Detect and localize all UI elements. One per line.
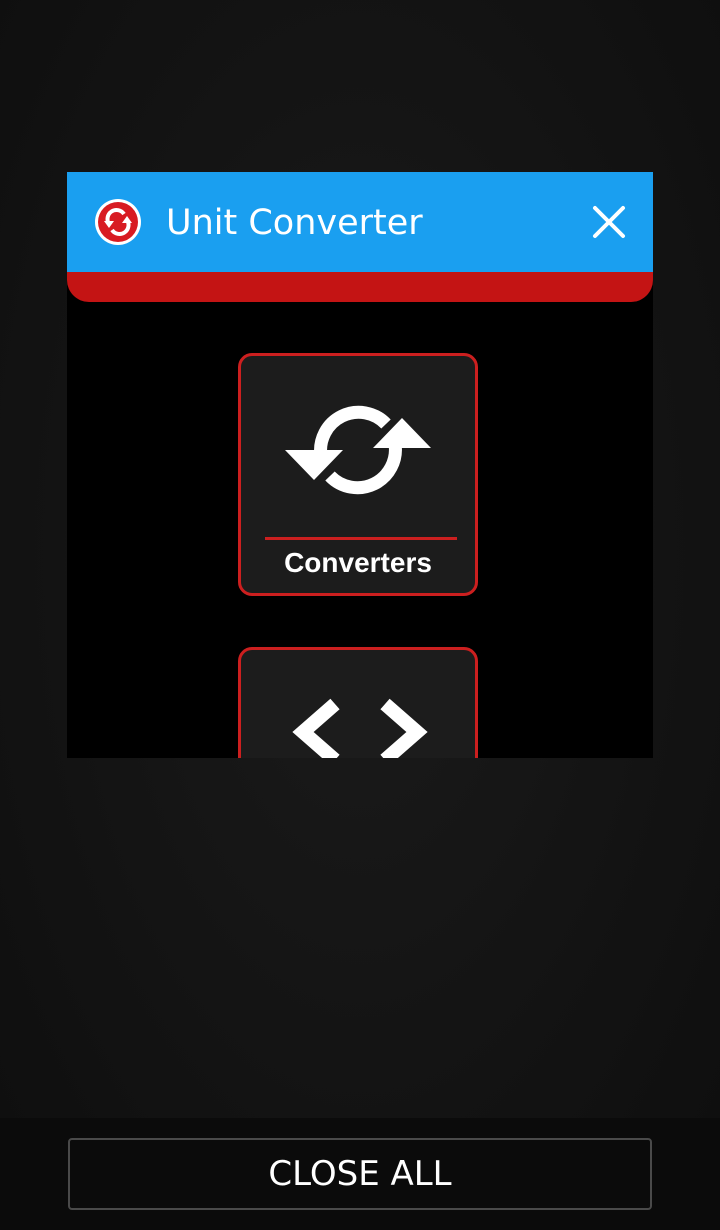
recent-app-card[interactable]: Unit Converter Converters [67,172,653,758]
converters-label: Converters [284,547,432,578]
code-brackets-icon [285,690,435,758]
bottom-bar: CLOSE ALL [0,1118,720,1230]
tile-divider [265,537,457,540]
app-icon [95,199,141,245]
sync-arrows-icon [283,390,433,514]
close-all-button[interactable]: CLOSE ALL [68,1138,652,1210]
app-title: Unit Converter [166,203,423,243]
recent-apps-screen: Unit Converter Converters CLOSE ALL [0,0,720,1230]
second-tile[interactable] [238,647,478,758]
converters-tile[interactable]: Converters [238,353,478,596]
sync-arrows-icon [98,202,138,242]
close-icon[interactable] [589,202,629,242]
card-header: Unit Converter [67,172,653,272]
